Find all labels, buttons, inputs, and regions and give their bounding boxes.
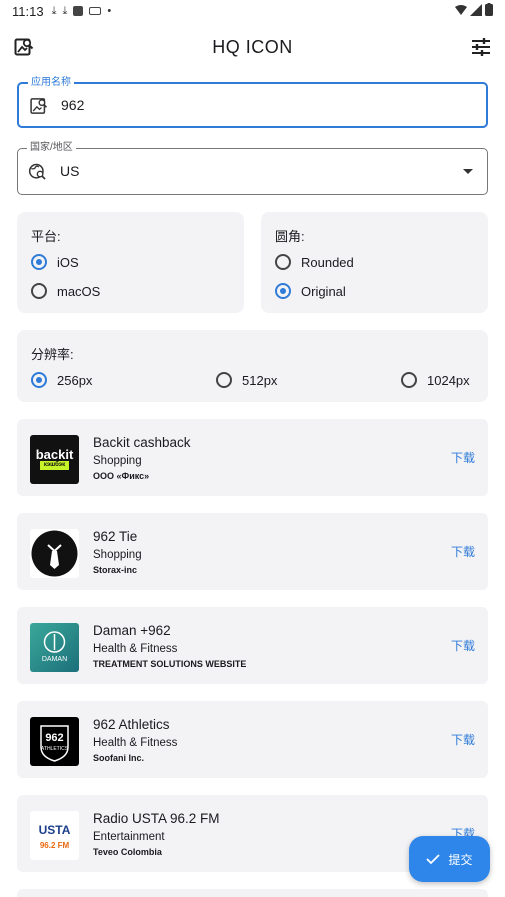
corner-label: 圆角: [275, 229, 305, 244]
app-developer: Storax-inc [93, 565, 138, 575]
app-title: HQ ICON [212, 36, 293, 57]
resolution-card: 分辨率: 256px 512px 1024px [17, 330, 488, 402]
globe-search-icon [28, 163, 46, 180]
app-name-value: 962 [61, 97, 85, 113]
icon-text: backit [35, 447, 74, 462]
app-bar: HQ ICON [0, 22, 505, 72]
tune-icon[interactable] [469, 35, 493, 59]
athletics-icon: 962 ATHLETICS [30, 717, 79, 766]
tie-icon [31, 530, 78, 577]
battery-icon [485, 3, 493, 16]
radio-selected-icon [31, 372, 47, 388]
resolution-option-label: 512px [242, 372, 278, 388]
status-time: 11:13 [12, 3, 44, 19]
app-name: Backit cashback [93, 435, 191, 450]
icon-text: USTA [38, 823, 71, 837]
resolution-option-label: 256px [57, 372, 93, 388]
tie-icon [30, 529, 79, 578]
download-icon: ⤓ [62, 4, 68, 17]
radio-icon: USTA 96.2 FM [30, 811, 79, 860]
corner-option-label: Original [301, 283, 346, 299]
app-name: 962 Athletics [93, 717, 170, 732]
download-button[interactable]: 下载 [451, 449, 475, 466]
backit-icon: backit кэшбэк [30, 435, 79, 484]
app-name: Daman +962 [93, 623, 171, 638]
wifi-icon [455, 4, 467, 15]
list-item[interactable]: DAMAN Daman +962 Health & Fitness TREATM… [17, 607, 488, 684]
icon-subtext: ATHLETICS [40, 746, 69, 752]
radio-unselected-icon [216, 372, 232, 388]
icon-subtext: кэшбэк [40, 461, 69, 470]
platform-card: 平台: iOS macOS [17, 212, 244, 313]
app-name: Radio USTA 96.2 FM [93, 811, 220, 826]
app-category: Health & Fitness [93, 643, 178, 655]
daman-logo-icon [43, 631, 66, 653]
platform-option-ios[interactable]: iOS [31, 254, 79, 270]
dropdown-arrow-icon[interactable] [463, 169, 473, 174]
signal-icon [470, 3, 482, 16]
app-developer: Soofani Inc. [93, 753, 145, 763]
app-developer: ООО «Фикс» [93, 471, 150, 481]
platform-label: 平台: [31, 229, 61, 244]
more-notifications-icon: • [107, 5, 112, 17]
region-field[interactable]: 国家/地区 US [17, 141, 488, 195]
radio-unselected-icon [275, 254, 291, 270]
radio-selected-icon [275, 283, 291, 299]
radio-selected-icon [31, 254, 47, 270]
download-icon: ⤓ [51, 4, 57, 17]
submit-label: 提交 [448, 852, 473, 867]
app-category: Shopping [93, 549, 142, 561]
daman-icon: DAMAN [30, 623, 79, 672]
check-icon [426, 854, 441, 865]
radio-unselected-icon [31, 283, 47, 299]
download-button[interactable]: 下载 [451, 637, 475, 654]
resolution-option-label: 1024px [427, 372, 470, 388]
app-name-field[interactable]: 应用名称 962 [17, 76, 488, 128]
corner-option-rounded[interactable]: Rounded [275, 254, 354, 270]
region-value: US [60, 163, 80, 179]
submit-button[interactable]: 提交 [409, 836, 490, 882]
app-notification-icon [73, 6, 84, 16]
corner-option-original[interactable]: Original [275, 283, 346, 299]
icon-text: DAMAN [41, 656, 68, 663]
system-icons [455, 3, 493, 16]
resolution-option-1024[interactable]: 1024px [401, 372, 470, 388]
corner-option-label: Rounded [301, 254, 354, 270]
app-notification-icon [89, 7, 102, 15]
app-name: 962 Tie [93, 529, 138, 544]
download-button[interactable]: 下载 [451, 731, 475, 748]
region-label: 国家/地区 [27, 141, 76, 155]
resolution-option-512[interactable]: 512px [216, 372, 277, 388]
platform-option-macos[interactable]: macOS [31, 283, 100, 299]
radio-unselected-icon [401, 372, 417, 388]
platform-option-label: iOS [57, 254, 79, 270]
platform-option-label: macOS [57, 283, 101, 299]
list-item[interactable] [17, 889, 488, 897]
list-item[interactable]: backit кэшбэк Backit cashback Shopping О… [17, 419, 488, 496]
app-developer: Teveo Colombia [93, 847, 162, 857]
icon-text: 962 [45, 732, 64, 744]
image-search-icon[interactable] [12, 35, 36, 59]
app-category: Entertainment [93, 831, 165, 843]
image-search-icon [30, 98, 48, 114]
app-developer: TREATMENT SOLUTIONS WEBSITE [93, 659, 247, 669]
status-bar: 11:13 ⤓ ⤓ • [0, 0, 505, 22]
download-button[interactable]: 下载 [451, 543, 475, 560]
app-name-label: 应用名称 [28, 76, 74, 90]
list-item[interactable]: 962 ATHLETICS 962 Athletics Health & Fit… [17, 701, 488, 778]
resolution-label: 分辨率: [31, 347, 74, 362]
corner-card: 圆角: Rounded Original [261, 212, 488, 313]
app-category: Health & Fitness [93, 737, 178, 749]
notification-icons: ⤓ ⤓ • [52, 5, 112, 18]
app-category: Shopping [93, 455, 142, 467]
icon-subtext: 96.2 FM [39, 841, 70, 850]
resolution-option-256[interactable]: 256px [31, 372, 92, 388]
list-item[interactable]: 962 Tie Shopping Storax-inc 下载 [17, 513, 488, 590]
